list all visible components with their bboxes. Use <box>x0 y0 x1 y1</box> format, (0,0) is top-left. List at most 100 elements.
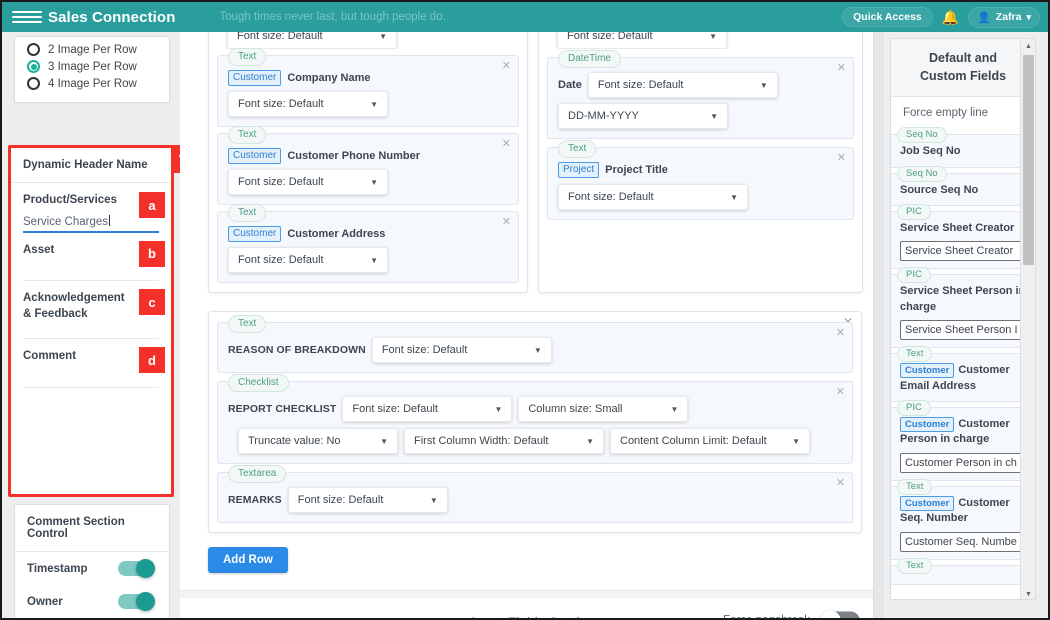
asset-fields-section-header: Asset Fields Section Force pagebreak <box>180 598 884 618</box>
partial-select-top[interactable]: Font size: Default ▼ <box>227 32 397 49</box>
main-scroll-gutter[interactable] <box>873 32 884 618</box>
radio-option-3-image-per-row[interactable]: 3 Image Per Row <box>15 58 169 75</box>
remove-field-icon[interactable]: ✕ <box>837 63 846 74</box>
field-type-legend: Text <box>228 126 267 144</box>
field-type-legend: PIC <box>897 204 931 221</box>
field-value-input[interactable]: Service Sheet Person I <box>900 320 1026 341</box>
field-type-legend: Text <box>558 140 597 158</box>
quick-access-button[interactable]: Quick Access <box>842 7 933 27</box>
font-size-select[interactable]: Font size: Default ▼ <box>228 247 388 273</box>
add-row-button[interactable]: Add Row <box>208 547 288 573</box>
field-name-label: Job Seq No <box>900 145 961 158</box>
topbar-actions: Quick Access 🔔 👤 Zafra ▾ <box>842 2 1040 32</box>
font-size-select[interactable]: Font size: Default ▼ <box>287 487 448 513</box>
chevron-down-icon: ▼ <box>586 436 594 446</box>
select-value: Font size: Default <box>297 494 384 506</box>
toggle-knob <box>820 610 841 618</box>
source-tag: Customer <box>900 495 955 511</box>
form-card-breakdown: ✕ Text ✕ REASON OF BREAKDOWN Font size: … <box>208 311 862 533</box>
right-field-customer-seq-number[interactable]: Text Customer Customer Seq. Number Custom… <box>891 478 1035 560</box>
field-type-legend: DateTime <box>558 50 621 68</box>
right-field-source-seq-no[interactable]: Seq No Source Seq No <box>891 165 1035 207</box>
toggle-row-owner: Owner <box>15 585 169 618</box>
font-size-select[interactable]: Font size: Default ▼ <box>228 91 388 117</box>
dynamic-header-annotation-box: 7 Dynamic Header Name a Product/Services… <box>8 145 180 497</box>
remove-field-icon[interactable]: ✕ <box>837 153 846 164</box>
field-name-label: Service Sheet Person in charge <box>900 285 1026 313</box>
select-value: Font size: Default <box>238 254 324 266</box>
dynamic-header-item-asset: b Asset <box>11 233 171 282</box>
font-size-select[interactable]: Font size: Default ▼ <box>587 72 778 98</box>
default-custom-fields-panel: Default and Custom Fields Force empty li… <box>890 38 1036 600</box>
font-size-select[interactable]: Font size: Default ▼ <box>558 184 748 210</box>
remove-field-icon[interactable]: ✕ <box>502 61 511 72</box>
comment-section-control-panel: Comment Section Control Timestamp Owner <box>14 504 170 618</box>
remove-field-icon[interactable]: ✕ <box>836 478 845 489</box>
force-pagebreak-toggle[interactable] <box>820 610 860 618</box>
field-value-input[interactable]: Service Sheet Creator <box>900 241 1026 262</box>
field-value-input[interactable]: Customer Person in ch <box>900 452 1026 473</box>
timestamp-toggle[interactable] <box>118 559 155 578</box>
partial-select-top-right[interactable]: Font size: Default ▼ <box>557 32 727 49</box>
content-column-limit-select[interactable]: Content Column Limit: Default ▼ <box>610 428 810 454</box>
field-value-input[interactable]: Customer Seq. Numbe <box>900 531 1026 552</box>
field-name-label: Company Name <box>287 72 371 84</box>
truncate-value-select[interactable]: Truncate value: No ▼ <box>238 428 398 454</box>
annotation-badge-d: d <box>139 347 165 374</box>
chevron-down-icon: ▼ <box>370 99 378 109</box>
annotation-badge-b: b <box>139 240 165 267</box>
field-type-legend: Checklist <box>228 374 289 392</box>
main-form-builder-area: Font size: Default ▼ Text ✕ Customer Com… <box>180 32 884 618</box>
annotation-badge-c: c <box>139 289 165 316</box>
right-field-partial-next[interactable]: Text <box>891 557 1035 585</box>
bell-icon[interactable]: 🔔 <box>942 10 959 24</box>
remove-field-icon[interactable]: ✕ <box>836 387 845 398</box>
chevron-down-icon: ▼ <box>379 32 387 41</box>
chevron-down-icon: ▼ <box>533 345 542 355</box>
field-name-label: Customer Phone Number <box>287 150 420 162</box>
right-field-job-seq-no[interactable]: Seq No Job Seq No <box>891 127 1035 168</box>
right-field-service-sheet-person-in-charge[interactable]: PIC Service Sheet Person in charge Servi… <box>891 267 1035 349</box>
font-size-select[interactable]: Font size: Default ▼ <box>342 396 513 422</box>
field-type-legend: Text <box>228 315 267 333</box>
field-type-legend: Text <box>228 48 267 66</box>
field-type-legend: Text <box>897 557 933 574</box>
column-size-select[interactable]: Column size: Small ▼ <box>518 396 689 422</box>
toggle-knob <box>136 592 155 611</box>
scrollbar-thumb[interactable] <box>1023 55 1034 265</box>
toggle-label: Timestamp <box>27 562 88 575</box>
source-tag: Customer <box>228 70 282 86</box>
radio-option-2-image-per-row[interactable]: 2 Image Per Row <box>15 41 169 58</box>
right-panel-scrollbar[interactable]: ▲ ▼ <box>1020 39 1035 599</box>
select-value: Column size: Small <box>528 403 623 415</box>
form-card-row-1: Font size: Default ▼ Text ✕ Customer Com… <box>180 32 884 305</box>
form-card-project: Font size: Default ▼ DateTime ✕ Date Fon… <box>538 32 863 293</box>
field-type-legend: Seq No <box>897 127 947 144</box>
right-field-service-sheet-creator[interactable]: PIC Service Sheet Creator Service Sheet … <box>891 204 1035 270</box>
font-size-select[interactable]: Font size: Default ▼ <box>228 169 388 195</box>
chevron-down-icon: ▼ <box>730 192 738 202</box>
field-project-title: Text ✕ Project Project Title Font size: … <box>547 140 854 220</box>
radio-option-4-image-per-row[interactable]: 4 Image Per Row <box>15 75 169 92</box>
font-size-select[interactable]: Font size: Default ▼ <box>371 337 552 363</box>
right-field-customer-email-address[interactable]: Text Customer Customer Email Address <box>891 346 1035 402</box>
remove-field-icon[interactable]: ✕ <box>836 328 845 339</box>
force-empty-line-item[interactable]: Force empty line <box>891 97 1035 130</box>
scroll-up-arrow-icon[interactable]: ▲ <box>1021 39 1035 53</box>
user-menu[interactable]: 👤 Zafra ▾ <box>968 6 1040 28</box>
scroll-down-arrow-icon[interactable]: ▼ <box>1021 587 1035 599</box>
dynamic-header-item-comment: d Comment <box>11 339 171 388</box>
field-customer-phone-number: Text ✕ Customer Customer Phone Number Fo… <box>217 126 519 205</box>
date-format-select[interactable]: DD-MM-YYYY ▼ <box>558 103 728 129</box>
chevron-down-icon: ▼ <box>670 404 679 414</box>
radio-label: 2 Image Per Row <box>48 43 137 56</box>
remove-field-icon[interactable]: ✕ <box>502 139 511 150</box>
hamburger-icon[interactable] <box>12 11 42 23</box>
right-field-customer-person-in-charge[interactable]: PIC Customer Customer Person in charge Cu… <box>891 399 1035 481</box>
comment-input[interactable] <box>23 386 159 388</box>
radio-label: 4 Image Per Row <box>48 77 137 90</box>
first-column-width-select[interactable]: First Column Width: Default ▼ <box>404 428 604 454</box>
app-title: Sales Connection <box>48 8 176 26</box>
owner-toggle[interactable] <box>118 592 155 611</box>
remove-field-icon[interactable]: ✕ <box>502 217 511 228</box>
